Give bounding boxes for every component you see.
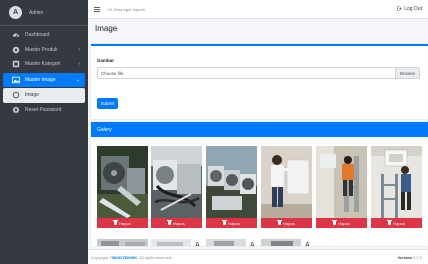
brand-link[interactable]: A Admin (0, 0, 88, 26)
sidebar-item-label: Master Kategori (25, 61, 61, 68)
logout-icon (397, 6, 402, 13)
gallery-photo[interactable] (316, 146, 367, 218)
gallery-item: Hapus (316, 146, 367, 228)
logout-link[interactable]: Log Out (397, 6, 422, 13)
brand-text: Admin (29, 9, 44, 16)
delete-button[interactable]: Hapus (206, 218, 257, 228)
gallery-item: Hapus (206, 146, 257, 228)
sidebar-item-master-image[interactable]: Master Image ⌄ (3, 72, 85, 87)
footer-brand-link[interactable]: BIODTEKNIK (112, 255, 137, 260)
user-greeting: Hi, Dina Agni Saputri (108, 6, 145, 12)
sidebar-item-master-produk[interactable]: Master Produk ‹ (0, 43, 88, 58)
circle-icon (12, 91, 20, 99)
sidebar: A Admin Dashboard Master Produk ‹ Master… (0, 0, 88, 264)
submit-button[interactable]: Submit (97, 98, 118, 109)
sidebar-item-reset-password[interactable]: Reset Password (0, 103, 88, 118)
gallery-photo[interactable] (371, 146, 422, 218)
cog-icon (12, 46, 20, 54)
gallery-photo[interactable] (206, 146, 257, 218)
gallery-photo[interactable] (261, 146, 312, 218)
sidebar-item-label: Reset Password (25, 106, 62, 113)
chevron-left-icon: ‹ (78, 46, 80, 53)
delete-button[interactable]: Hapus (371, 218, 422, 228)
svg-text:A: A (250, 241, 255, 246)
footer: Copyright © BIODTEKNIK . All rights rese… (88, 249, 428, 264)
gallery-card: Galery Hapus Hapus Hapus Hapus Hapus Hap… (91, 122, 428, 246)
chevron-down-icon: ⌄ (75, 76, 80, 83)
tag-icon (12, 60, 20, 68)
gallery-item: Hapus (371, 146, 422, 228)
file-input-placeholder: Choose file (101, 71, 124, 76)
gallery-photo-peek[interactable]: A (261, 236, 312, 246)
browse-button[interactable]: Browse (395, 68, 419, 78)
gallery-photo-peek[interactable] (97, 236, 148, 246)
gear-icon (12, 106, 20, 114)
sidebar-nav: Dashboard Master Produk ‹ Master Kategor… (0, 26, 88, 117)
gambar-label: Gambar (97, 58, 115, 63)
brand-logo: A (9, 6, 22, 19)
delete-button[interactable]: Hapus (97, 218, 148, 228)
version-info: Version 3.2.0 (397, 254, 422, 260)
sidebar-item-label: Master Image (25, 76, 56, 83)
trash-icon (277, 220, 283, 225)
delete-button[interactable]: Hapus (261, 218, 312, 228)
sidebar-item-label: Image (25, 92, 39, 99)
sidebar-item-master-kategori[interactable]: Master Kategori ‹ (0, 57, 88, 72)
copyright-suffix: . All rights reserved. (137, 254, 173, 260)
trash-icon (332, 220, 338, 225)
gallery-photo-peek[interactable]: A (151, 236, 202, 246)
svg-text:A: A (195, 241, 200, 246)
gallery-item: Hapus (261, 146, 312, 228)
chevron-left-icon: ‹ (78, 61, 80, 68)
sidebar-item-label: Dashboard (25, 32, 50, 39)
gallery-photo[interactable] (97, 146, 148, 218)
delete-button[interactable]: Hapus (151, 218, 202, 228)
menu-toggle-icon[interactable] (94, 6, 100, 12)
upload-form-card: Gambar Choose file Browse Submit (91, 44, 428, 119)
top-navbar: Hi, Dina Agni Saputri Log Out (88, 0, 428, 19)
image-icon (12, 76, 20, 84)
trash-icon (167, 220, 173, 225)
file-input[interactable]: Choose file Browse (97, 67, 420, 79)
gallery-photo[interactable] (151, 146, 202, 218)
gallery-item: Hapus (97, 146, 148, 228)
gallery-header: Galery (91, 122, 428, 137)
gallery-item: Hapus (151, 146, 202, 228)
sidebar-item-label: Master Produk (25, 46, 58, 53)
logout-label: Log Out (404, 6, 422, 12)
trash-icon (387, 220, 393, 225)
copyright-prefix: Copyright © (91, 254, 113, 260)
trash-icon (222, 220, 228, 225)
svg-text:A: A (305, 241, 310, 246)
page-title: Image (95, 24, 118, 33)
delete-button[interactable]: Hapus (316, 218, 367, 228)
trash-icon (113, 220, 119, 225)
sidebar-item-dashboard[interactable]: Dashboard (0, 28, 88, 43)
tachometer-icon (12, 31, 20, 39)
sidebar-item-image[interactable]: Image (3, 88, 85, 103)
gallery-photo-peek[interactable]: A (206, 236, 257, 246)
